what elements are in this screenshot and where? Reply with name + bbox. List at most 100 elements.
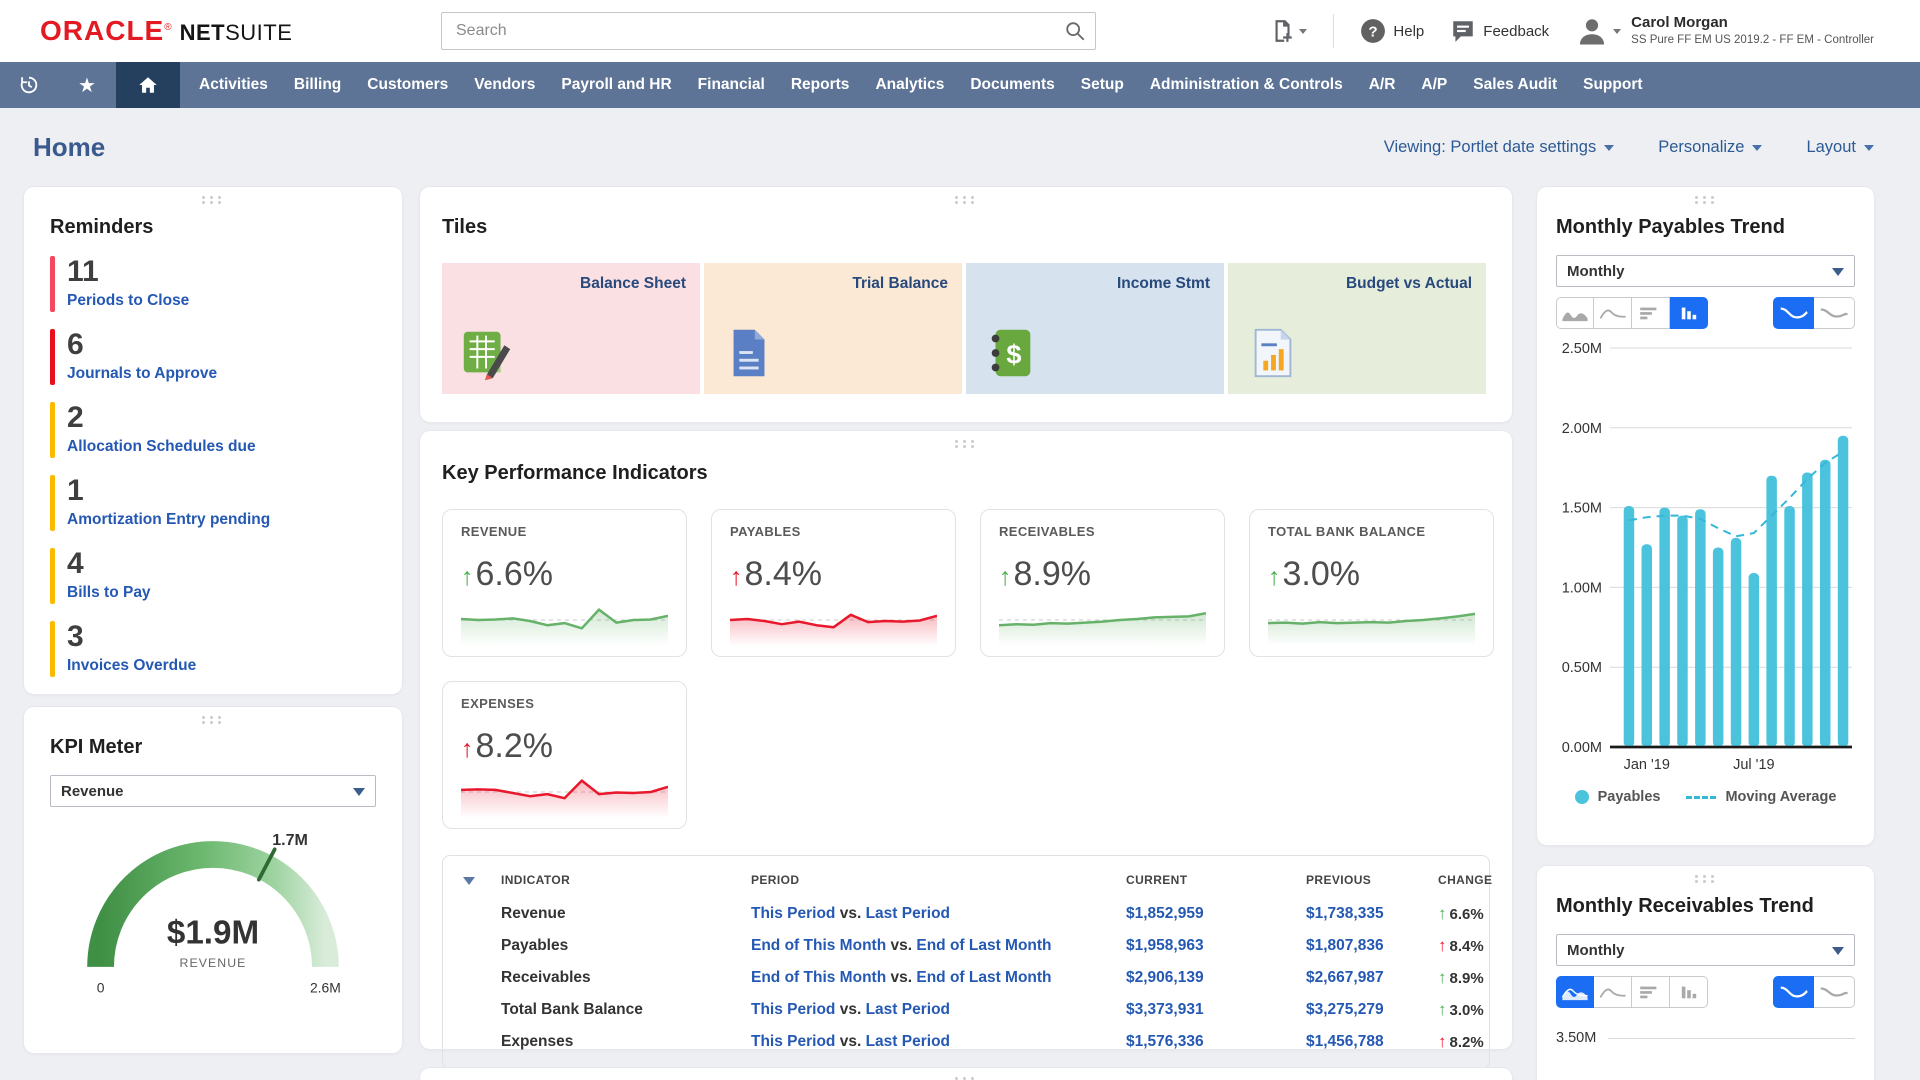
moving-average-toggle <box>1773 297 1855 329</box>
quick-add-menu[interactable] <box>1269 18 1308 44</box>
feedback-label: Feedback <box>1483 22 1550 40</box>
moving-average-off-button[interactable] <box>1814 297 1855 329</box>
current-value[interactable]: $1,852,959 <box>1126 905 1306 923</box>
nav-item-payroll-hr[interactable]: Payroll and HR <box>548 76 684 94</box>
period-link[interactable]: End of This Month <box>751 969 886 986</box>
search-icon[interactable] <box>1064 20 1086 42</box>
nav-item-ar[interactable]: A/R <box>1356 76 1409 94</box>
reminder-allocation-schedules[interactable]: 2 Allocation Schedules due <box>50 402 376 458</box>
nav-item-activities[interactable]: Activities <box>186 76 281 94</box>
nav-item-sales-audit[interactable]: Sales Audit <box>1460 76 1570 94</box>
drag-handle[interactable] <box>955 196 977 204</box>
legend-label-payables: Payables <box>1597 789 1661 805</box>
period-link[interactable]: Last Period <box>866 1001 950 1018</box>
chart-vbar-button[interactable] <box>1670 976 1708 1008</box>
shortcuts-button[interactable]: ★ <box>58 62 116 108</box>
reminder-label[interactable]: Allocation Schedules due <box>67 438 256 456</box>
nav-item-billing[interactable]: Billing <box>281 76 354 94</box>
tile-income-stmt[interactable]: Income Stmt $ <box>966 263 1224 394</box>
period-link[interactable]: End of Last Month <box>916 969 1051 986</box>
current-value[interactable]: $3,373,931 <box>1126 1001 1306 1019</box>
nav-item-reports[interactable]: Reports <box>778 76 863 94</box>
previous-value[interactable]: $3,275,279 <box>1306 1001 1438 1019</box>
period-link[interactable]: This Period <box>751 1033 835 1050</box>
search-input[interactable] <box>441 12 1096 50</box>
reminder-journals-to-approve[interactable]: 6 Journals to Approve <box>50 329 376 385</box>
chart-line-button[interactable] <box>1594 976 1632 1008</box>
user-menu[interactable]: Carol Morgan SS Pure FF EM US 2019.2 - F… <box>1575 14 1874 48</box>
nav-item-vendors[interactable]: Vendors <box>461 76 548 94</box>
chart-hbar-button[interactable] <box>1632 976 1670 1008</box>
balance-sheet-icon <box>463 331 511 381</box>
reminder-amortization-entry[interactable]: 1 Amortization Entry pending <box>50 475 376 531</box>
chart-area-button-selected[interactable] <box>1556 976 1594 1008</box>
nav-item-financial[interactable]: Financial <box>685 76 778 94</box>
reminder-label[interactable]: Invoices Overdue <box>67 657 196 675</box>
chart-hbar-button[interactable] <box>1632 297 1670 329</box>
drag-handle[interactable] <box>955 440 977 448</box>
reminder-invoices-overdue[interactable]: 3 Invoices Overdue <box>50 621 376 677</box>
reminder-label[interactable]: Periods to Close <box>67 292 189 310</box>
drag-handle[interactable] <box>202 196 224 204</box>
recent-records-button[interactable] <box>0 62 58 108</box>
feedback-button[interactable]: Feedback <box>1450 18 1549 44</box>
chart-vbar-button-selected[interactable] <box>1670 297 1708 329</box>
previous-value[interactable]: $1,807,836 <box>1306 937 1438 955</box>
period-link[interactable]: This Period <box>751 905 835 922</box>
drag-handle[interactable] <box>202 716 224 724</box>
personalize-dropdown[interactable]: Personalize <box>1658 138 1763 157</box>
change-value: 8.2% <box>1449 1033 1484 1051</box>
tile-budget-vs-actual[interactable]: Budget vs Actual <box>1228 263 1486 394</box>
reminder-label[interactable]: Amortization Entry pending <box>67 511 270 529</box>
drag-handle[interactable] <box>1695 875 1717 883</box>
moving-average-on-button[interactable] <box>1773 976 1814 1008</box>
period-link[interactable]: End of This Month <box>751 937 886 954</box>
nav-item-analytics[interactable]: Analytics <box>862 76 957 94</box>
chart-area-button[interactable] <box>1556 297 1594 329</box>
sparkline <box>998 594 1207 646</box>
filter-caret-icon[interactable] <box>463 876 475 891</box>
nav-item-documents[interactable]: Documents <box>957 76 1067 94</box>
nav-item-customers[interactable]: Customers <box>354 76 461 94</box>
tile-trial-balance[interactable]: Trial Balance <box>704 263 962 394</box>
previous-value[interactable]: $2,667,987 <box>1306 969 1438 987</box>
reminder-label[interactable]: Journals to Approve <box>67 365 217 383</box>
chart-vbar-icon <box>1681 307 1696 320</box>
kpi-meter-select[interactable]: Revenue <box>50 775 376 807</box>
viewing-dropdown[interactable]: Viewing: Portlet date settings <box>1384 138 1615 157</box>
logo-oracle-text: ORACLE <box>40 15 165 46</box>
nav-item-admin-controls[interactable]: Administration & Controls <box>1137 76 1356 94</box>
current-value[interactable]: $2,906,139 <box>1126 969 1306 987</box>
period-link[interactable]: End of Last Month <box>916 937 1051 954</box>
chart-vbar-icon <box>1681 986 1696 999</box>
previous-value[interactable]: $1,456,788 <box>1306 1033 1438 1051</box>
oracle-netsuite-logo[interactable]: ORACLE ® NET SUITE <box>40 15 292 47</box>
help-button[interactable]: ? Help <box>1360 18 1424 44</box>
previous-value[interactable]: $1,738,335 <box>1306 905 1438 923</box>
drag-handle[interactable] <box>1695 196 1717 204</box>
reminder-periods-to-close[interactable]: 11 Periods to Close <box>50 256 376 312</box>
home-tab[interactable] <box>116 62 180 108</box>
chart-line-button[interactable] <box>1594 297 1632 329</box>
gauge-min-label: 0 <box>97 980 105 996</box>
current-value[interactable]: $1,576,336 <box>1126 1033 1306 1051</box>
monthly-receivables-trend-portlet: Monthly Receivables Trend Monthly 3.50M <box>1537 866 1874 1080</box>
moving-average-off-button[interactable] <box>1814 976 1855 1008</box>
reminder-label[interactable]: Bills to Pay <box>67 584 151 602</box>
reminders-portlet: Reminders 11 Periods to Close 6 Journals… <box>24 187 402 694</box>
receivables-range-select[interactable]: Monthly <box>1556 934 1855 966</box>
up-arrow-icon: ↑ <box>1268 563 1281 591</box>
layout-dropdown[interactable]: Layout <box>1806 138 1874 157</box>
moving-average-on-button[interactable] <box>1773 297 1814 329</box>
tile-balance-sheet[interactable]: Balance Sheet <box>442 263 700 394</box>
current-value[interactable]: $1,958,963 <box>1126 937 1306 955</box>
up-arrow-icon: ↑ <box>999 563 1012 591</box>
period-link[interactable]: Last Period <box>866 905 950 922</box>
nav-item-setup[interactable]: Setup <box>1068 76 1137 94</box>
reminder-bills-to-pay[interactable]: 4 Bills to Pay <box>50 548 376 604</box>
nav-item-ap[interactable]: A/P <box>1408 76 1460 94</box>
nav-item-support[interactable]: Support <box>1570 76 1655 94</box>
period-link[interactable]: This Period <box>751 1001 835 1018</box>
payables-range-select[interactable]: Monthly <box>1556 255 1855 287</box>
period-link[interactable]: Last Period <box>866 1033 950 1050</box>
